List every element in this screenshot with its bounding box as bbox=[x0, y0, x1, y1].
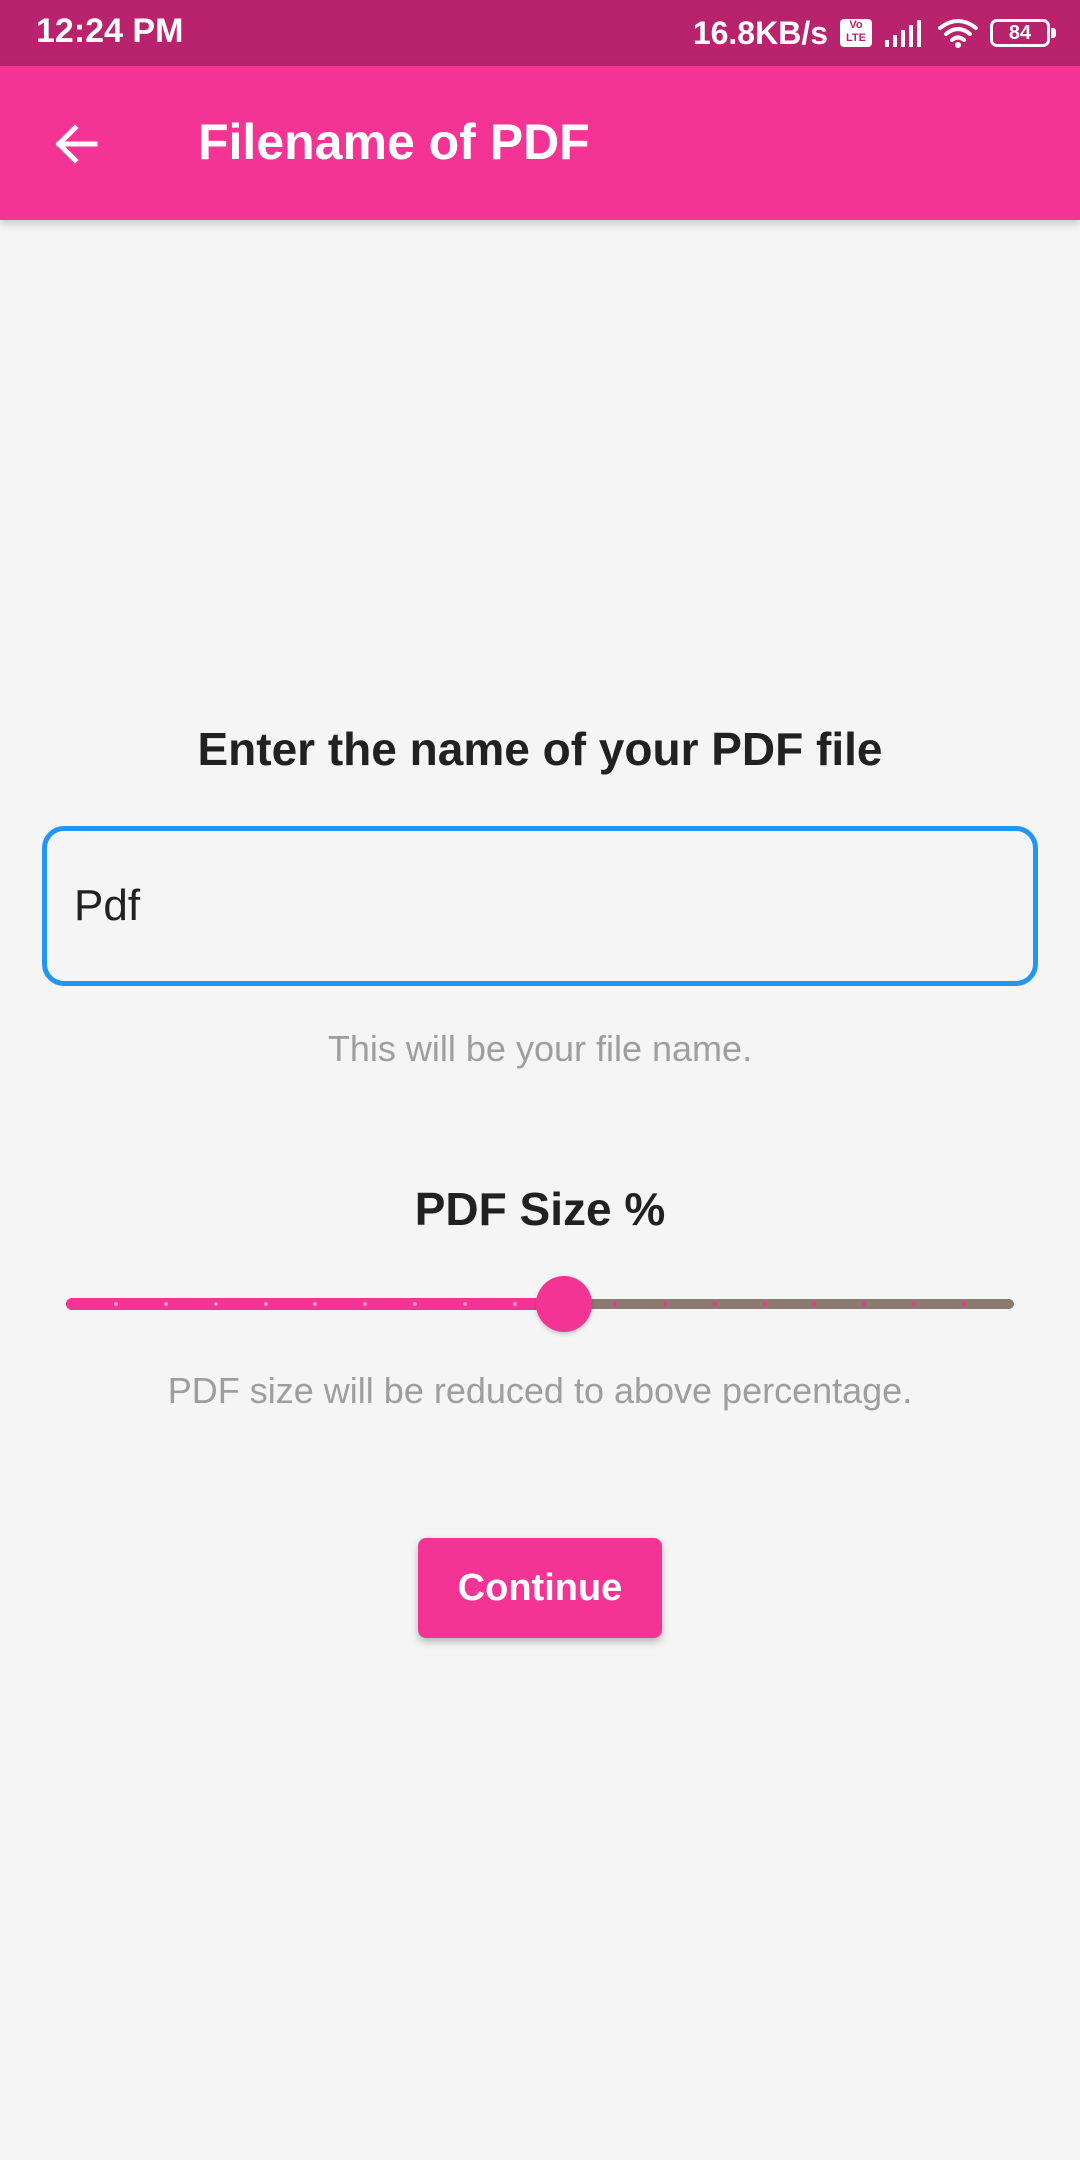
slider-division-tick bbox=[712, 1302, 717, 1306]
back-button[interactable] bbox=[38, 106, 114, 182]
slider-division-tick bbox=[263, 1302, 268, 1306]
status-bar: 12:24 PM 16.8KB/s Vo LTE 84 bbox=[0, 0, 1080, 66]
status-indicators: 16.8KB/s Vo LTE 84 bbox=[692, 12, 1056, 54]
signal-icon bbox=[885, 20, 921, 47]
arrow-left-icon bbox=[55, 124, 98, 164]
slider-division-tick bbox=[612, 1302, 617, 1306]
status-time: 12:24 PM bbox=[36, 12, 184, 50]
volte-icon: Vo LTE bbox=[840, 19, 872, 47]
battery-icon: 84 bbox=[990, 19, 1056, 47]
slider-division-tick bbox=[113, 1302, 118, 1306]
network-speed: 16.8KB/s bbox=[692, 14, 828, 51]
filename-input[interactable] bbox=[42, 826, 1038, 986]
continue-button[interactable]: Continue bbox=[418, 1538, 662, 1638]
slider-thumb[interactable] bbox=[535, 1276, 592, 1332]
pdf-size-slider[interactable] bbox=[66, 1264, 1014, 1344]
page-title: Filename of PDF bbox=[198, 114, 590, 170]
pdf-size-label: PDF Size % bbox=[414, 1183, 666, 1235]
slider-division-tick bbox=[662, 1302, 667, 1306]
slider-division-tick bbox=[213, 1302, 218, 1306]
pdf-size-helper-text: PDF size will be reduced to above percen… bbox=[167, 1370, 913, 1411]
app-bar: Filename of PDF bbox=[0, 66, 1080, 220]
slider-division-tick bbox=[163, 1302, 168, 1306]
filename-helper-text: This will be your file name. bbox=[327, 1028, 753, 1069]
slider-division-tick bbox=[762, 1302, 767, 1306]
filename-label: Enter the name of your PDF file bbox=[197, 723, 883, 775]
wifi-icon bbox=[938, 19, 978, 48]
